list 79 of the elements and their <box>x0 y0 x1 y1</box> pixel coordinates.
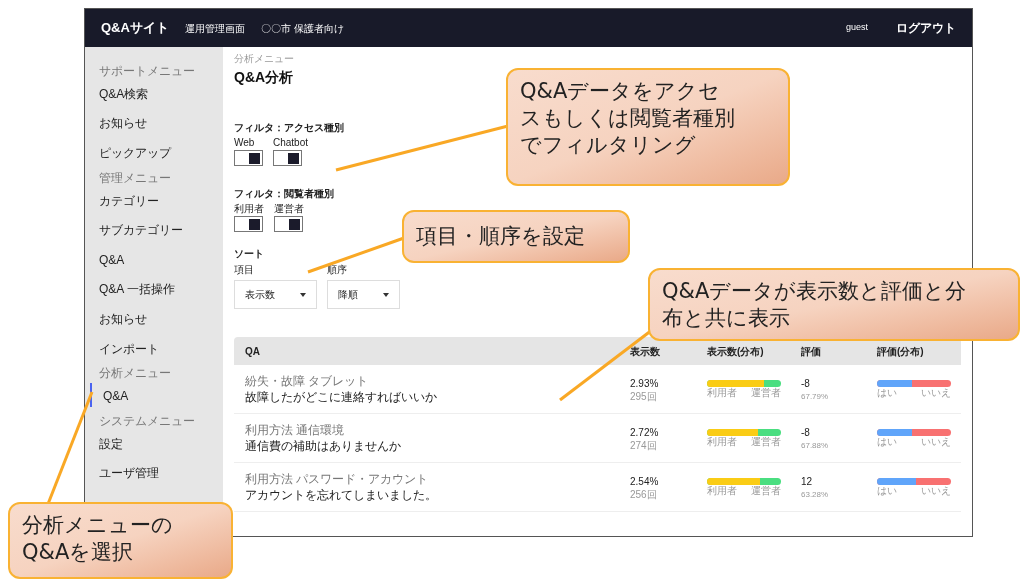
question-text[interactable]: 通信費の補助はありませんか <box>245 438 630 454</box>
question-category: 利用方法 パスワード・アカウント <box>245 471 430 486</box>
callout-text: 分析メニューのQ&Aを選択 <box>22 512 174 566</box>
sidebar-item[interactable]: ユーザ管理 <box>99 464 159 483</box>
bar-label: 運営者 <box>751 435 781 448</box>
filter-label: フィルタ：アクセス種別 <box>234 122 345 134</box>
sidebar-item[interactable]: カテゴリー <box>99 191 159 210</box>
caret-icon <box>383 292 389 297</box>
rating-score: -8 <box>801 376 811 391</box>
toggle-label: 利用者 <box>234 204 264 214</box>
logout-link[interactable]: ログアウト <box>896 19 956 37</box>
sidebar-item[interactable]: Q&A <box>99 250 125 269</box>
sidebar-item[interactable]: サブカテゴリー <box>99 221 183 240</box>
sidebar-item[interactable]: インポート <box>99 339 159 358</box>
column-header: 表示数 <box>630 344 661 359</box>
callout-text: Q&Aデータをアクセスもしくは閲覧者種別でフィルタリング <box>520 78 736 159</box>
sidebar-section-label: サポートメニュー <box>99 63 196 79</box>
sidebar-item[interactable]: お知らせ <box>99 114 147 133</box>
toggle-label: Chatbot <box>273 138 309 148</box>
sort-label: ソート <box>234 248 265 260</box>
bar-label: いいえ <box>921 484 951 497</box>
bar-label: 利用者 <box>707 435 737 448</box>
view-percentage: 2.93% <box>630 376 660 391</box>
view-count: 295回 <box>630 390 658 403</box>
header-link[interactable]: 〇〇市 保護者向け <box>260 20 344 36</box>
bar-label: 運営者 <box>751 386 781 399</box>
view-count: 274回 <box>630 439 658 452</box>
sidebar-item[interactable]: Q&A <box>99 387 129 406</box>
sidebar-item[interactable]: Q&A 一括操作 <box>99 280 175 299</box>
callout-text: Q&Aデータが表示数と評価と分布と共に表示 <box>662 278 968 332</box>
bar-label: はい <box>877 435 897 448</box>
question-text[interactable]: アカウントを忘れてしまいました。 <box>245 487 630 503</box>
sidebar-item[interactable]: Q&A検索 <box>99 84 149 103</box>
question-category: 利用方法 通信環境 <box>245 422 346 437</box>
view-percentage: 2.54% <box>630 474 660 489</box>
bar-label: 運営者 <box>751 484 781 497</box>
site-logo[interactable]: Q&Aサイト <box>101 18 169 38</box>
column-header: 表示数(分布) <box>707 344 765 359</box>
toggle-switch[interactable] <box>234 150 263 166</box>
column-header: QA <box>245 344 261 359</box>
sidebar-item[interactable]: 設定 <box>99 434 123 453</box>
rating-percentage: 67.79% <box>801 390 830 403</box>
question-text[interactable]: 故障したがどこに連絡すればいいか <box>245 389 630 405</box>
filter-label: フィルタ：閲覧者種別 <box>234 188 335 200</box>
caret-icon <box>300 292 306 297</box>
bar-label: いいえ <box>921 386 951 399</box>
sort-select[interactable]: 表示数 <box>234 280 317 309</box>
page-title: Q&A分析 <box>234 68 295 87</box>
sort-select[interactable]: 降順 <box>327 280 400 309</box>
bar-label: いいえ <box>921 435 951 448</box>
breadcrumb: 分析メニュー <box>234 53 295 65</box>
toggle-label: Web <box>234 138 256 148</box>
bar-label: 利用者 <box>707 484 737 497</box>
rating-score: 12 <box>801 474 814 489</box>
rating-percentage: 63.28% <box>801 488 830 501</box>
select-label: 順序 <box>327 264 348 276</box>
rating-score: -8 <box>801 425 811 440</box>
sidebar-section-label: 分析メニュー <box>99 365 172 382</box>
select-label: 項目 <box>234 264 255 276</box>
sidebar-item[interactable]: お知らせ <box>99 309 147 328</box>
sidebar-section-label: システムメニュー <box>99 412 196 429</box>
header-link[interactable]: 運用管理画面 <box>184 20 245 36</box>
view-count: 256回 <box>630 488 658 501</box>
bar-label: 利用者 <box>707 386 737 399</box>
toggle-switch[interactable] <box>273 150 302 166</box>
rating-percentage: 67.88% <box>801 439 830 452</box>
toggle-label: 運営者 <box>274 204 304 214</box>
column-header: 評価(分布) <box>877 344 925 359</box>
sidebar-section-label: 管理メニュー <box>99 169 172 186</box>
question-category: 紛失・故障 タブレット <box>245 373 370 388</box>
column-header: 評価 <box>801 344 822 359</box>
bar-label: はい <box>877 484 897 497</box>
toggle-switch[interactable] <box>234 216 263 232</box>
toggle-switch[interactable] <box>274 216 303 232</box>
view-percentage: 2.72% <box>630 425 660 440</box>
user-name: guest <box>845 21 868 35</box>
bar-label: はい <box>877 386 897 399</box>
sidebar-item[interactable]: ピックアップ <box>99 144 171 162</box>
callout-text: 項目・順序を設定 <box>416 223 585 250</box>
